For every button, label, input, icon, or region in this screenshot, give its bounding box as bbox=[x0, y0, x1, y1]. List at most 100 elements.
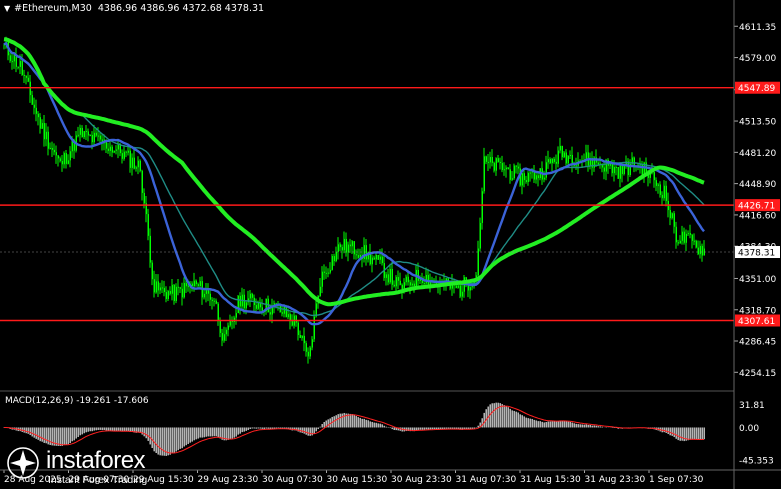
logo-tagline: Instant Forex Trading bbox=[48, 474, 148, 486]
candle-body bbox=[397, 277, 399, 281]
candle-body bbox=[255, 305, 257, 309]
candle-body bbox=[343, 238, 345, 251]
macd-bar bbox=[259, 427, 261, 429]
macd-bar bbox=[373, 422, 375, 428]
candle-body bbox=[57, 155, 59, 159]
macd-bar bbox=[199, 427, 201, 438]
macd-bar bbox=[33, 427, 35, 438]
candle-body bbox=[165, 292, 167, 300]
macd-bar bbox=[319, 426, 321, 428]
macd-bar bbox=[273, 427, 275, 429]
macd-bar bbox=[359, 417, 361, 428]
macd-bar bbox=[95, 427, 97, 431]
candle-body bbox=[213, 300, 215, 302]
macd-bar bbox=[579, 424, 581, 428]
candle-body bbox=[677, 242, 679, 244]
macd-bar bbox=[189, 427, 191, 443]
macd-bar bbox=[697, 427, 699, 440]
candle-body bbox=[307, 351, 309, 357]
macd-bar bbox=[567, 421, 569, 428]
candle-body bbox=[483, 156, 485, 192]
macd-bar bbox=[185, 427, 187, 446]
candle-body bbox=[99, 135, 101, 140]
macd-bar bbox=[429, 427, 431, 430]
candle-body bbox=[237, 295, 239, 314]
candle-body bbox=[373, 257, 375, 260]
macd-bar bbox=[525, 417, 527, 428]
candle-body bbox=[25, 75, 27, 78]
macd-bar bbox=[193, 427, 195, 441]
macd-bar bbox=[317, 427, 319, 430]
candle-body bbox=[425, 274, 427, 284]
macd-bar bbox=[97, 427, 99, 430]
macd-bar bbox=[591, 425, 593, 428]
candle-body bbox=[477, 248, 479, 276]
candle-body bbox=[549, 159, 551, 164]
macd-bar bbox=[307, 427, 309, 436]
macd-bar bbox=[227, 427, 229, 440]
macd-bar bbox=[45, 427, 47, 444]
candle-body bbox=[23, 74, 25, 76]
candle-body bbox=[193, 280, 195, 287]
candle-body bbox=[285, 306, 287, 318]
macd-bar bbox=[663, 427, 665, 433]
macd-bar bbox=[491, 403, 493, 428]
candle-body bbox=[415, 269, 417, 287]
instaforex-logo: instaforex Instant Forex Trading bbox=[6, 444, 206, 488]
candle-body bbox=[173, 284, 175, 302]
candle-body bbox=[321, 271, 323, 287]
candle-body bbox=[353, 241, 355, 255]
candle-body bbox=[657, 184, 659, 186]
macd-bar bbox=[671, 427, 673, 436]
macd-bar bbox=[583, 424, 585, 428]
macd-bar bbox=[87, 427, 89, 432]
candle-body bbox=[83, 131, 85, 138]
chart-canvas[interactable]: 4611.354579.004545.804513.504481.204448.… bbox=[0, 0, 781, 489]
candle-body bbox=[85, 131, 87, 133]
candle-body bbox=[659, 184, 661, 195]
candle-body bbox=[135, 167, 137, 169]
macd-bar bbox=[505, 406, 507, 428]
macd-bar bbox=[531, 418, 533, 428]
time-tick-label: 30 Aug 23:30 bbox=[391, 475, 452, 485]
candle-body bbox=[31, 95, 33, 105]
candle-body bbox=[37, 113, 39, 118]
candle-body bbox=[141, 170, 143, 193]
candle-body bbox=[341, 247, 343, 251]
candle-body bbox=[379, 256, 381, 260]
candle-body bbox=[461, 291, 463, 297]
macd-label: MACD(12,26,9) -19.261 -17.606 bbox=[5, 396, 149, 406]
candle-body bbox=[611, 163, 613, 174]
macd-bar bbox=[421, 427, 423, 430]
candle-body bbox=[27, 77, 29, 82]
candle-body bbox=[203, 293, 205, 298]
candle-body bbox=[239, 295, 241, 307]
candle-body bbox=[43, 123, 45, 140]
candle-body bbox=[545, 162, 547, 178]
macd-bar bbox=[537, 421, 539, 428]
candle-body bbox=[81, 127, 83, 138]
macd-bar bbox=[477, 425, 479, 428]
macd-bar bbox=[313, 427, 315, 434]
macd-bar bbox=[245, 427, 247, 431]
macd-bar bbox=[253, 427, 255, 429]
triangle-down-icon[interactable]: ▼ bbox=[4, 4, 10, 13]
macd-bar bbox=[693, 427, 695, 440]
macd-bar bbox=[141, 427, 143, 435]
candle-body bbox=[405, 276, 407, 283]
candle-body bbox=[209, 293, 211, 300]
candle-body bbox=[515, 165, 517, 167]
candle-body bbox=[133, 157, 135, 169]
candle-body bbox=[171, 284, 173, 294]
macd-bar bbox=[509, 408, 511, 428]
macd-bar bbox=[425, 427, 427, 430]
candle-body bbox=[687, 233, 689, 235]
candle-body bbox=[459, 285, 461, 297]
candle-body bbox=[347, 244, 349, 253]
macd-bar bbox=[267, 427, 269, 429]
candle-body bbox=[19, 61, 21, 67]
candle-body bbox=[157, 281, 159, 291]
candle-body bbox=[195, 280, 197, 285]
macd-bar bbox=[673, 427, 675, 438]
macd-bar bbox=[587, 424, 589, 428]
